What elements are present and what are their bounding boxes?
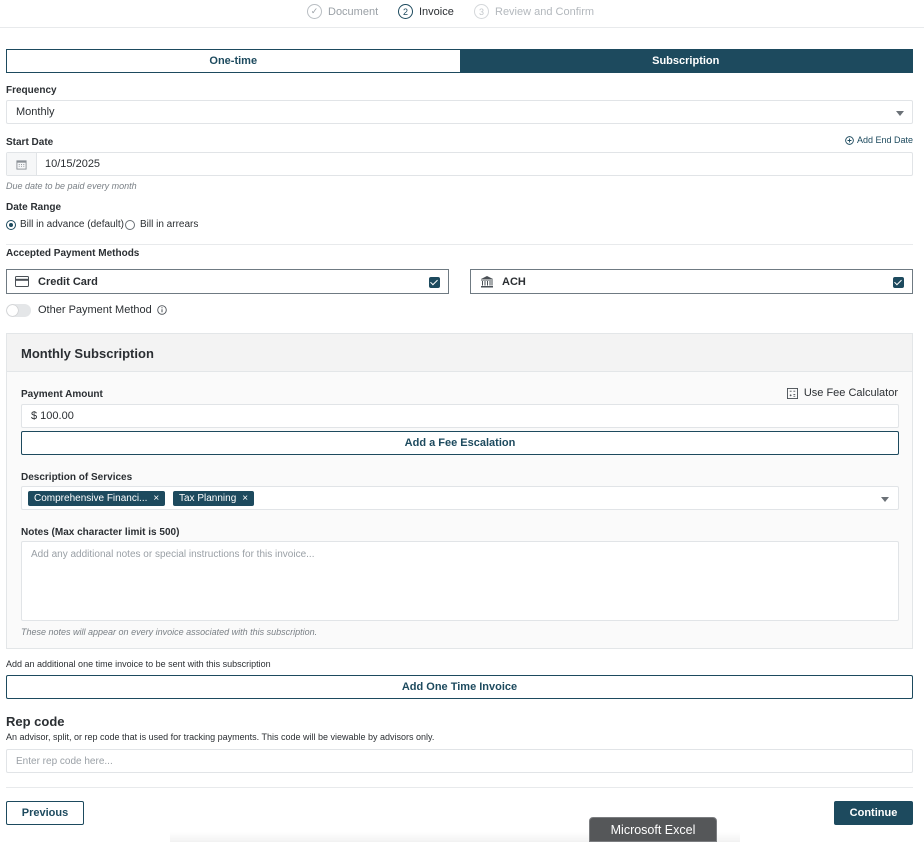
- services-label: Description of Services: [21, 472, 133, 483]
- step-label: Document: [328, 5, 379, 18]
- step-invoice[interactable]: 2 Invoice: [398, 4, 454, 19]
- chevron-down-icon: [896, 111, 904, 116]
- add-fee-escalation-button[interactable]: Add a Fee Escalation: [21, 431, 899, 455]
- calendar-icon[interactable]: [7, 153, 37, 175]
- credit-card-checkbox[interactable]: [429, 277, 440, 288]
- rep-code-input[interactable]: Enter rep code here...: [6, 749, 913, 773]
- ach-label: ACH: [502, 275, 526, 288]
- continue-button[interactable]: Continue: [834, 801, 913, 825]
- card-header: Monthly Subscription: [7, 334, 912, 372]
- rep-code-description: An advisor, split, or rep code that is u…: [6, 732, 435, 742]
- fee-calculator-link[interactable]: Use Fee Calculator: [786, 387, 898, 399]
- info-icon[interactable]: [156, 305, 167, 315]
- ach-checkbox[interactable]: [893, 277, 904, 288]
- rep-code-title: Rep code: [6, 714, 65, 729]
- service-chip-label: Comprehensive Financi...: [34, 493, 148, 504]
- bill-in-advance-label: Bill in advance (default): [20, 219, 124, 230]
- add-end-date-text: Add End Date: [856, 135, 913, 145]
- credit-card-icon: [15, 276, 29, 287]
- frequency-label: Frequency: [6, 85, 57, 96]
- step-label: Invoice: [419, 5, 454, 18]
- subscription-card: Monthly Subscription Payment Amount Use …: [6, 333, 913, 649]
- payment-amount-label: Payment Amount: [21, 389, 103, 400]
- chevron-down-icon: [881, 497, 889, 502]
- bill-in-arrears-label: Bill in arrears: [140, 219, 199, 230]
- billing-type-toggle: One-time Subscription: [6, 49, 913, 73]
- other-payment-toggle[interactable]: [6, 304, 31, 317]
- one-time-tab[interactable]: One-time: [7, 50, 460, 72]
- credit-card-label: Credit Card: [38, 275, 98, 288]
- step-number: 2: [398, 4, 413, 19]
- notes-textarea[interactable]: Add any additional notes or special inst…: [21, 541, 899, 621]
- remove-chip-icon[interactable]: ×: [242, 493, 248, 504]
- card-title: Monthly Subscription: [21, 346, 154, 361]
- plus-circle-icon: [845, 135, 854, 145]
- payment-amount-value: $ 100.00: [31, 410, 74, 422]
- step-document[interactable]: ✓ Document: [307, 4, 378, 19]
- step-number: 3: [474, 4, 489, 19]
- start-date-value: 10/15/2025: [45, 158, 101, 170]
- notes-hint: These notes will appear on every invoice…: [21, 627, 318, 637]
- notes-placeholder: Add any additional notes or special inst…: [31, 549, 315, 560]
- step-review[interactable]: 3 Review and Confirm: [474, 4, 594, 19]
- step-check-icon: ✓: [307, 4, 322, 19]
- service-chip: Tax Planning ×: [173, 491, 255, 506]
- payment-methods-label: Accepted Payment Methods: [6, 248, 140, 259]
- progress-stepper: ✓ Document 2 Invoice 3 Review and Confir…: [0, 0, 924, 28]
- one-time-text: Add an additional one time invoice to be…: [6, 659, 271, 669]
- rep-code-placeholder: Enter rep code here...: [16, 755, 113, 767]
- add-one-time-invoice-button[interactable]: Add One Time Invoice: [6, 675, 913, 699]
- start-date-label: Start Date: [6, 137, 54, 148]
- add-end-date-link[interactable]: Add End Date: [845, 135, 913, 145]
- service-chip-label: Tax Planning: [179, 493, 237, 504]
- divider: [6, 244, 913, 245]
- start-date-hint: Due date to be paid every month: [6, 181, 137, 191]
- fee-calculator-text: Use Fee Calculator: [803, 387, 898, 399]
- previous-button[interactable]: Previous: [6, 801, 84, 825]
- remove-chip-icon[interactable]: ×: [153, 493, 159, 504]
- other-payment-label: Other Payment Method: [38, 304, 152, 316]
- date-range-label: Date Range: [6, 202, 62, 213]
- calculator-icon: [786, 387, 798, 399]
- bank-icon: [481, 276, 493, 288]
- taskbar-app-tooltip[interactable]: Microsoft Excel: [589, 817, 717, 842]
- start-date-input[interactable]: 10/15/2025: [6, 152, 913, 176]
- divider: [6, 787, 913, 788]
- subscription-tab[interactable]: Subscription: [459, 50, 912, 72]
- step-label: Review and Confirm: [495, 5, 595, 18]
- notes-label: Notes (Max character limit is 500): [21, 527, 180, 538]
- frequency-select[interactable]: Monthly: [6, 100, 913, 124]
- service-chip: Comprehensive Financi... ×: [28, 491, 166, 506]
- radio-bill-in-arrears[interactable]: [125, 220, 135, 230]
- services-select[interactable]: Comprehensive Financi... × Tax Planning …: [21, 486, 899, 510]
- payment-amount-input[interactable]: $ 100.00: [21, 404, 899, 428]
- credit-card-option[interactable]: Credit Card: [6, 269, 449, 294]
- other-payment-method: Other Payment Method: [38, 304, 167, 316]
- radio-bill-in-advance[interactable]: [6, 220, 16, 230]
- ach-option[interactable]: ACH: [470, 269, 913, 294]
- frequency-value: Monthly: [16, 106, 55, 118]
